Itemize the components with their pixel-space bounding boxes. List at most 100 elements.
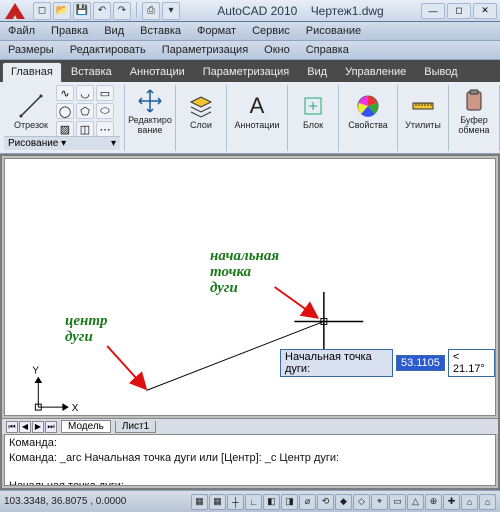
window-title: AutoCAD 2010 Чертеж1.dwg (180, 4, 421, 18)
menu-window[interactable]: Окно (262, 43, 292, 57)
ribbon-tabs: Главная Вставка Аннотации Параметризация… (0, 60, 500, 82)
tab-manage[interactable]: Управление (336, 62, 415, 82)
draw-small-tools: ∿ ◡ ▭ ◯ ⬠ ⬭ ▨ ◫ ⋯ (56, 85, 114, 137)
status-extra1-icon[interactable]: ▭ (389, 494, 406, 510)
layers-icon (187, 92, 215, 120)
drawing-canvas[interactable]: X Y начальная точка дуги центр дуги Нача… (4, 158, 496, 416)
status-grid-icon[interactable]: ▦ (209, 494, 226, 510)
move-icon (136, 87, 164, 115)
dynamic-input-label: Начальная точка дуги: (280, 349, 393, 377)
tool-ellipse-icon[interactable]: ⬭ (96, 103, 114, 119)
status-tray: ▦ ▦ ┼ ∟ ◧ ◨ ⌀ ⟲ ◆ ◇ ⌖ ▭ △ ⊕ ✚ ⌂ ⌂ (191, 494, 496, 510)
status-osnap-icon[interactable]: ◧ (263, 494, 280, 510)
clipboard-icon (460, 87, 488, 115)
qat-redo-icon[interactable]: ↷ (113, 2, 131, 20)
tool-spline-icon[interactable]: ∿ (56, 85, 74, 101)
qat-new-icon[interactable]: ◻ (33, 2, 51, 20)
tool-more-icon[interactable]: ⋯ (96, 121, 114, 137)
tab-output[interactable]: Вывод (415, 62, 466, 82)
menu-param[interactable]: Параметризация (160, 43, 250, 57)
line-icon (17, 92, 45, 120)
menu-draw[interactable]: Рисование (304, 24, 363, 38)
layout-nav-first-icon[interactable]: ⏮ (6, 421, 18, 433)
close-button[interactable]: ✕ (473, 3, 497, 19)
menu-format[interactable]: Формат (195, 24, 238, 38)
utils-button[interactable]: Утилиты (402, 92, 444, 130)
tab-param[interactable]: Параметризация (194, 62, 298, 82)
color-wheel-icon (354, 92, 382, 120)
qat-open-icon[interactable]: 📂 (53, 2, 71, 20)
layout-tab-sheet1[interactable]: Лист1 (115, 421, 156, 433)
annot-start-point: начальная точка дуги (210, 249, 279, 296)
tool-rect-icon[interactable]: ▭ (96, 85, 114, 101)
qat-dropdown-icon[interactable]: ▾ (162, 2, 180, 20)
tool-arc-icon[interactable]: ◡ (76, 85, 94, 101)
status-extra6-icon[interactable]: ⌂ (479, 494, 496, 510)
clipboard-button[interactable]: Буфер обмена (453, 87, 495, 135)
app-logo[interactable] (3, 1, 27, 21)
line-button[interactable]: Отрезок (10, 92, 52, 130)
qat-print-icon[interactable]: ⎙ (142, 2, 160, 20)
status-dyn-icon[interactable]: ⟲ (317, 494, 334, 510)
title-bar: ◻ 📂 💾 ↶ ↷ ⎙ ▾ AutoCAD 2010 Чертеж1.dwg —… (0, 0, 500, 22)
layout-nav-prev-icon[interactable]: ◀ (19, 421, 31, 433)
text-icon: A (243, 92, 271, 120)
layout-nav-next-icon[interactable]: ▶ (32, 421, 44, 433)
axis-x-label: X (72, 403, 79, 414)
minimize-button[interactable]: — (421, 3, 445, 19)
annot-center: центр дуги (65, 314, 108, 346)
status-otrack-icon[interactable]: ◨ (281, 494, 298, 510)
quick-access-toolbar: ◻ 📂 💾 ↶ ↷ ⎙ ▾ (33, 2, 180, 20)
tab-view[interactable]: Вид (298, 62, 336, 82)
layout-nav-last-icon[interactable]: ⏭ (45, 421, 57, 433)
menu-dims[interactable]: Размеры (6, 43, 56, 57)
modify-button[interactable]: Редактиро вание (129, 87, 171, 135)
layout-tabs: ⏮ ◀ ▶ ⏭ Модель Лист1 (2, 418, 498, 434)
menu-tools[interactable]: Сервис (250, 24, 292, 38)
tool-circle-icon[interactable]: ◯ (56, 103, 74, 119)
menu-file[interactable]: Файл (6, 24, 37, 38)
menu-modify[interactable]: Редактировать (68, 43, 148, 57)
status-model-icon[interactable]: ⌖ (371, 494, 388, 510)
menu-view[interactable]: Вид (102, 24, 126, 38)
tool-region-icon[interactable]: ◫ (76, 121, 94, 137)
status-extra3-icon[interactable]: ⊕ (425, 494, 442, 510)
dynamic-input: Начальная точка дуги: 53.1105 < 21.17° (280, 349, 495, 377)
menu-insert[interactable]: Вставка (138, 24, 183, 38)
props-button[interactable]: Свойства (343, 92, 393, 130)
menu-bar-2: Размеры Редактировать Параметризация Окн… (0, 41, 500, 60)
tab-insert[interactable]: Вставка (62, 62, 121, 82)
draw-panel-footer[interactable]: Рисование ▾▾ (4, 136, 120, 150)
dynamic-input-value[interactable]: 53.1105 (396, 355, 445, 371)
status-snap-icon[interactable]: ▦ (191, 494, 208, 510)
maximize-button[interactable]: ◻ (447, 3, 471, 19)
axis-y-label: Y (32, 366, 39, 377)
tab-annot[interactable]: Аннотации (121, 62, 194, 82)
status-coords[interactable]: 103.3348, 36.8075 , 0.0000 (4, 496, 134, 507)
status-extra4-icon[interactable]: ✚ (443, 494, 460, 510)
status-ortho-icon[interactable]: ┼ (227, 494, 244, 510)
status-extra2-icon[interactable]: △ (407, 494, 424, 510)
tool-poly-icon[interactable]: ⬠ (76, 103, 94, 119)
status-qp-icon[interactable]: ◇ (353, 494, 370, 510)
menu-edit[interactable]: Правка (49, 24, 90, 38)
menu-bar-1: Файл Правка Вид Вставка Формат Сервис Ри… (0, 22, 500, 41)
status-extra5-icon[interactable]: ⌂ (461, 494, 478, 510)
block-icon (299, 92, 327, 120)
dynamic-input-angle[interactable]: < 21.17° (448, 349, 495, 377)
status-ducs-icon[interactable]: ⌀ (299, 494, 316, 510)
layout-tab-model[interactable]: Модель (61, 420, 111, 433)
block-button[interactable]: Блок (292, 92, 334, 130)
menu-help[interactable]: Справка (304, 43, 351, 57)
status-polar-icon[interactable]: ∟ (245, 494, 262, 510)
layers-button[interactable]: Слои (180, 92, 222, 130)
tool-hatch-icon[interactable]: ▨ (56, 121, 74, 137)
status-bar: 103.3348, 36.8075 , 0.0000 ▦ ▦ ┼ ∟ ◧ ◨ ⌀… (0, 490, 500, 512)
qat-save-icon[interactable]: 💾 (73, 2, 91, 20)
qat-undo-icon[interactable]: ↶ (93, 2, 111, 20)
command-line[interactable]: Команда: Команда: _arc Начальная точка д… (4, 434, 496, 486)
measure-icon (409, 92, 437, 120)
annot-button[interactable]: AАннотации (231, 92, 283, 130)
status-lwt-icon[interactable]: ◆ (335, 494, 352, 510)
tab-home[interactable]: Главная (2, 62, 62, 82)
